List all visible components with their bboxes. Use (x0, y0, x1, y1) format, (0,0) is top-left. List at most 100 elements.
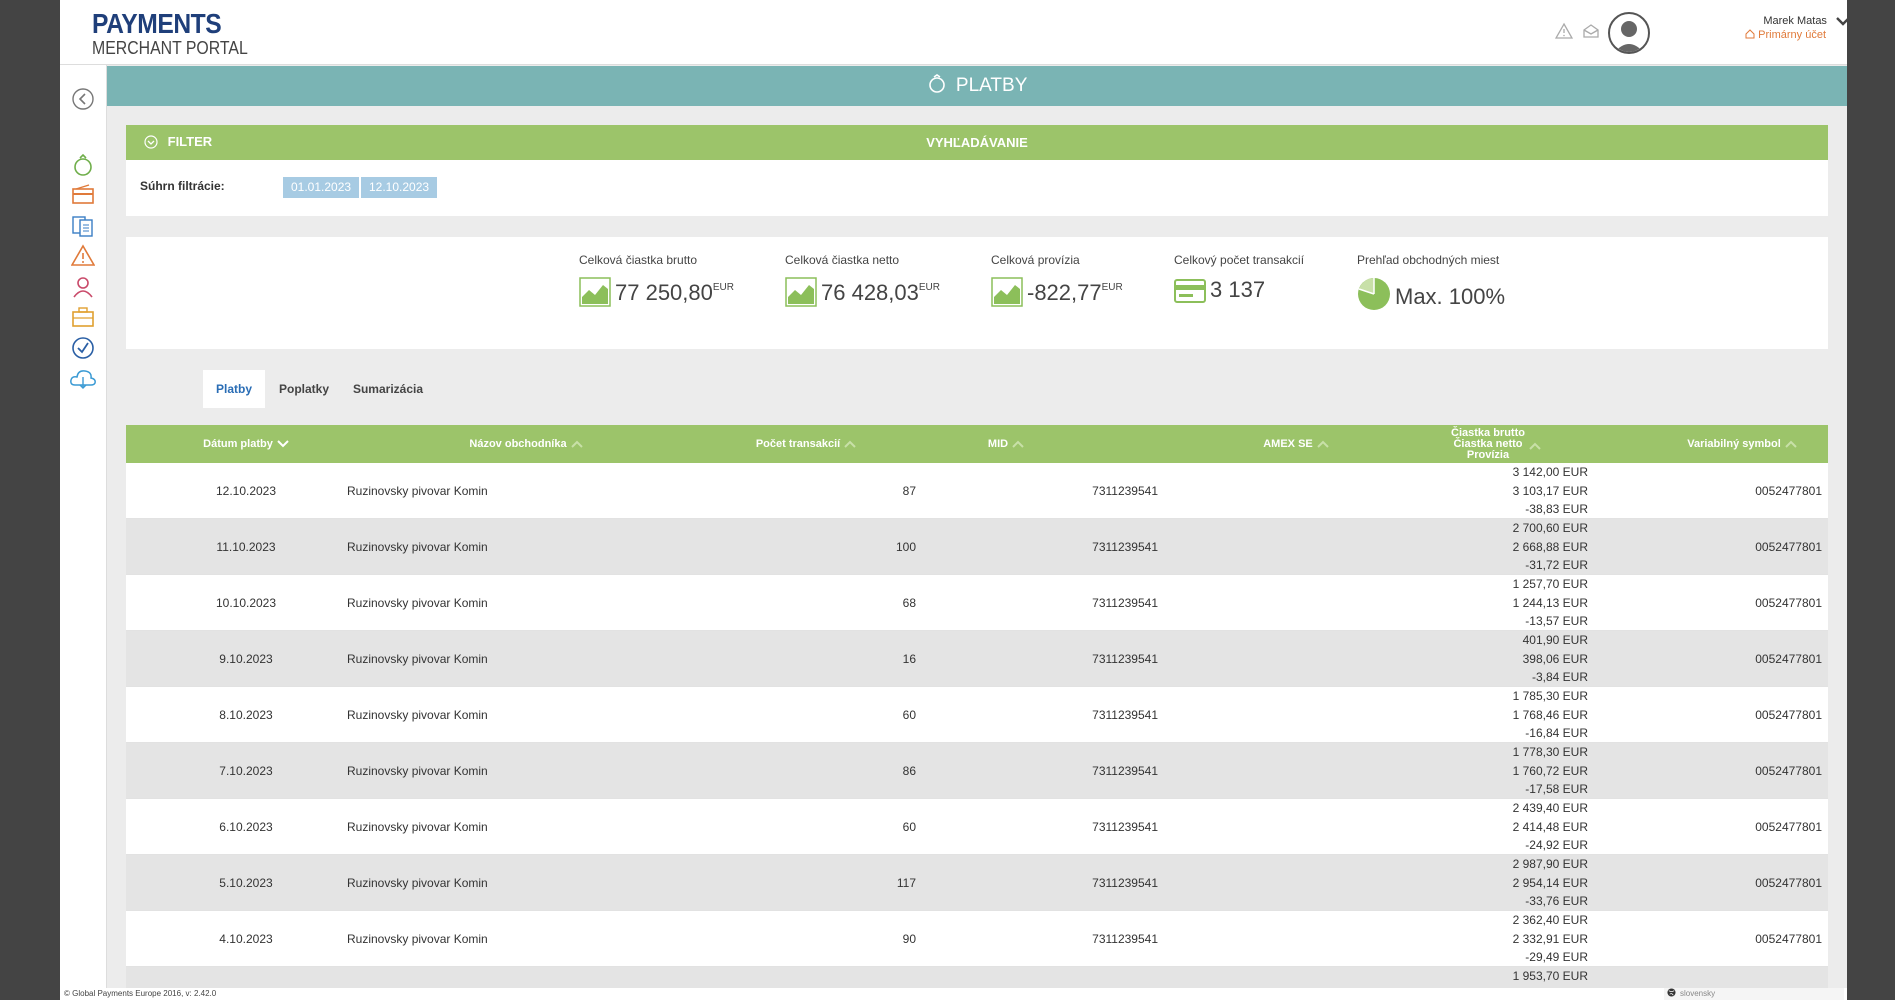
user-menu[interactable]: Marek Matas Primárny účet (1710, 15, 1847, 41)
warning-icon[interactable] (71, 244, 95, 268)
top-header: PAYMENTS MERCHANT PORTAL Marek Matas Pri… (60, 0, 1847, 65)
filter-bar[interactable]: FILTER VYHĽADÁVANIE (126, 125, 1828, 160)
cell-fee: -31,72 EUR (1525, 558, 1588, 572)
app-window: PAYMENTS MERCHANT PORTAL Marek Matas Pri… (60, 0, 1847, 1000)
header-netto-label: Čiastka netto (1453, 437, 1523, 450)
check-icon[interactable] (71, 336, 95, 360)
sort-asc-icon (1529, 442, 1541, 450)
tab-platby[interactable]: Platby (203, 370, 265, 408)
table-row[interactable]: 12.10.2023 Ruzinovsky pivovar Komin 87 7311… (126, 463, 1828, 519)
cell-count: 87 (902, 484, 916, 498)
cloud-download-icon[interactable] (69, 366, 97, 390)
cell-brutto: 401,90 EUR (1522, 633, 1588, 647)
cell-merchant: Ruzinovsky pivovar Komin (347, 876, 488, 890)
card-icon (1174, 279, 1206, 303)
page-title-text: PLATBY (955, 75, 1028, 96)
logo[interactable]: PAYMENTS MERCHANT PORTAL (92, 10, 269, 58)
cell-fee: -17,58 EUR (1525, 782, 1588, 796)
cell-date: 10.10.2023 (215, 596, 277, 610)
mail-icon[interactable] (1582, 22, 1600, 40)
tab-poplatky[interactable]: Poplatky (273, 370, 335, 408)
tab-sumarizacia[interactable]: Sumarizácia (348, 370, 428, 408)
stat-label: Celková čiastka brutto (579, 253, 698, 267)
table-row[interactable]: 7.10.2023 Ruzinovsky pivovar Komin 86 73112… (126, 743, 1828, 799)
stat-merchants: Prehľad obchodných miest Max. 100% (1357, 253, 1505, 311)
language-select[interactable]: slovensky (1664, 988, 1844, 1000)
card-icon[interactable] (71, 183, 95, 207)
briefcase-icon[interactable] (71, 305, 95, 329)
warning-icon[interactable] (1555, 22, 1573, 40)
logo-sub: MERCHANT PORTAL (92, 38, 248, 58)
avatar[interactable] (1608, 12, 1650, 54)
stat-netto: Celková čiastka netto 76 428,03EUR (785, 253, 940, 307)
cell-mid: 7311239541 (1092, 820, 1158, 834)
cell-fee: -3,84 EUR (1531, 670, 1588, 684)
cell-date: 5.10.2023 (219, 876, 273, 890)
chart-icon (579, 277, 611, 307)
sort-desc-icon (277, 440, 289, 448)
cell-netto: 2 414,48 EUR (1512, 819, 1588, 834)
cell-amounts: 2 362,40 EUR 2 332,91 EUR -29,49 EUR (1356, 911, 1588, 967)
pie-chart-icon (1358, 278, 1390, 310)
footer: © Global Payments Europe 2016, v: 2.42.0… (60, 988, 1847, 1000)
user-icon[interactable] (71, 275, 95, 299)
cell-netto: 398,06 EUR (1522, 651, 1588, 666)
table-row[interactable]: 10.10.2023 Ruzinovsky pivovar Komin 68 7311… (126, 575, 1828, 631)
cell-vs: 0052477801 (1755, 484, 1822, 498)
table-row[interactable]: 6.10.2023 Ruzinovsky pivovar Komin 60 73112… (126, 799, 1828, 855)
cell-amounts: 1 953,70 EUR (1356, 967, 1588, 986)
header-vs[interactable]: Variabilný symbol (1656, 425, 1828, 463)
payments-icon[interactable] (71, 153, 95, 177)
table-row[interactable]: 11.10.2023 Ruzinovsky pivovar Komin 100 731… (126, 519, 1828, 575)
header-merchant[interactable]: Názov obchodníka (366, 425, 686, 463)
header-mid-label: MID (987, 438, 1009, 450)
cell-mid: 7311239541 (1092, 932, 1158, 946)
sidebar (60, 65, 107, 1000)
back-arrow-icon[interactable] (71, 87, 95, 111)
header-amounts[interactable]: Čiastka brutto Čiastka netto Provízia (1396, 425, 1596, 463)
cell-netto: 3 103,17 EUR (1512, 483, 1588, 498)
stat-label: Prehľad obchodných miest (1357, 253, 1500, 267)
header-merchant-label: Názov obchodníka (469, 438, 567, 450)
account-link[interactable]: Primárny účet (1710, 29, 1826, 41)
cell-amounts: 1 785,30 EUR 1 768,46 EUR -16,84 EUR (1356, 687, 1588, 743)
chart-icon (991, 277, 1023, 307)
date-from-chip[interactable]: 01.01.2023 (283, 177, 360, 198)
table-row[interactable]: 8.10.2023 Ruzinovsky pivovar Komin 60 73112… (126, 687, 1828, 743)
cell-count: 86 (902, 764, 916, 778)
cell-merchant: Ruzinovsky pivovar Komin (347, 708, 488, 722)
header-date[interactable]: Dátum platby (126, 425, 366, 463)
header-date-label: Dátum platby (203, 438, 273, 450)
cell-vs: 0052477801 (1755, 540, 1822, 554)
header-count[interactable]: Počet transakcií (686, 425, 926, 463)
documents-icon[interactable] (71, 214, 95, 238)
search-label[interactable]: VYHĽADÁVANIE (126, 135, 1828, 150)
cell-count: 100 (895, 540, 916, 554)
stats-panel: Celková čiastka brutto 77 250,80EUR Celk… (126, 237, 1828, 349)
date-to-chip[interactable]: 12.10.2023 (361, 177, 438, 198)
cell-vs: 0052477801 (1755, 876, 1822, 890)
stat-value: -822,77 (1027, 280, 1102, 305)
cell-brutto: 1 778,30 EUR (1512, 745, 1588, 759)
cell-merchant: Ruzinovsky pivovar Komin (347, 596, 488, 610)
chevron-down-icon[interactable] (1836, 16, 1847, 26)
stat-label: Celková provízia (991, 253, 1080, 267)
stat-label: Celková čiastka netto (785, 253, 900, 267)
cell-date: 4.10.2023 (219, 932, 273, 946)
cell-date: 7.10.2023 (219, 764, 273, 778)
cell-count: 117 (896, 876, 916, 890)
cell-mid: 7311239541 (1092, 876, 1158, 890)
cell-count: 60 (902, 820, 916, 834)
table-row[interactable]: 5.10.2023 Ruzinovsky pivovar Komin 117 7311… (126, 855, 1828, 911)
table-row[interactable]: 4.10.2023 Ruzinovsky pivovar Komin 90 73112… (126, 911, 1828, 967)
cell-vs: 0052477801 (1755, 932, 1822, 946)
header-mid[interactable]: MID (926, 425, 1086, 463)
cell-amounts: 401,90 EUR 398,06 EUR -3,84 EUR (1356, 631, 1588, 687)
cell-vs: 0052477801 (1755, 764, 1822, 778)
stat-value: 3 137 (1210, 277, 1266, 302)
cell-vs: 0052477801 (1755, 708, 1822, 722)
header-amex[interactable]: AMEX SE (1216, 425, 1376, 463)
cell-mid: 7311239541 (1092, 596, 1158, 610)
table-row[interactable]: 9.10.2023 Ruzinovsky pivovar Komin 16 73112… (126, 631, 1828, 687)
cell-mid: 7311239541 (1092, 708, 1158, 722)
